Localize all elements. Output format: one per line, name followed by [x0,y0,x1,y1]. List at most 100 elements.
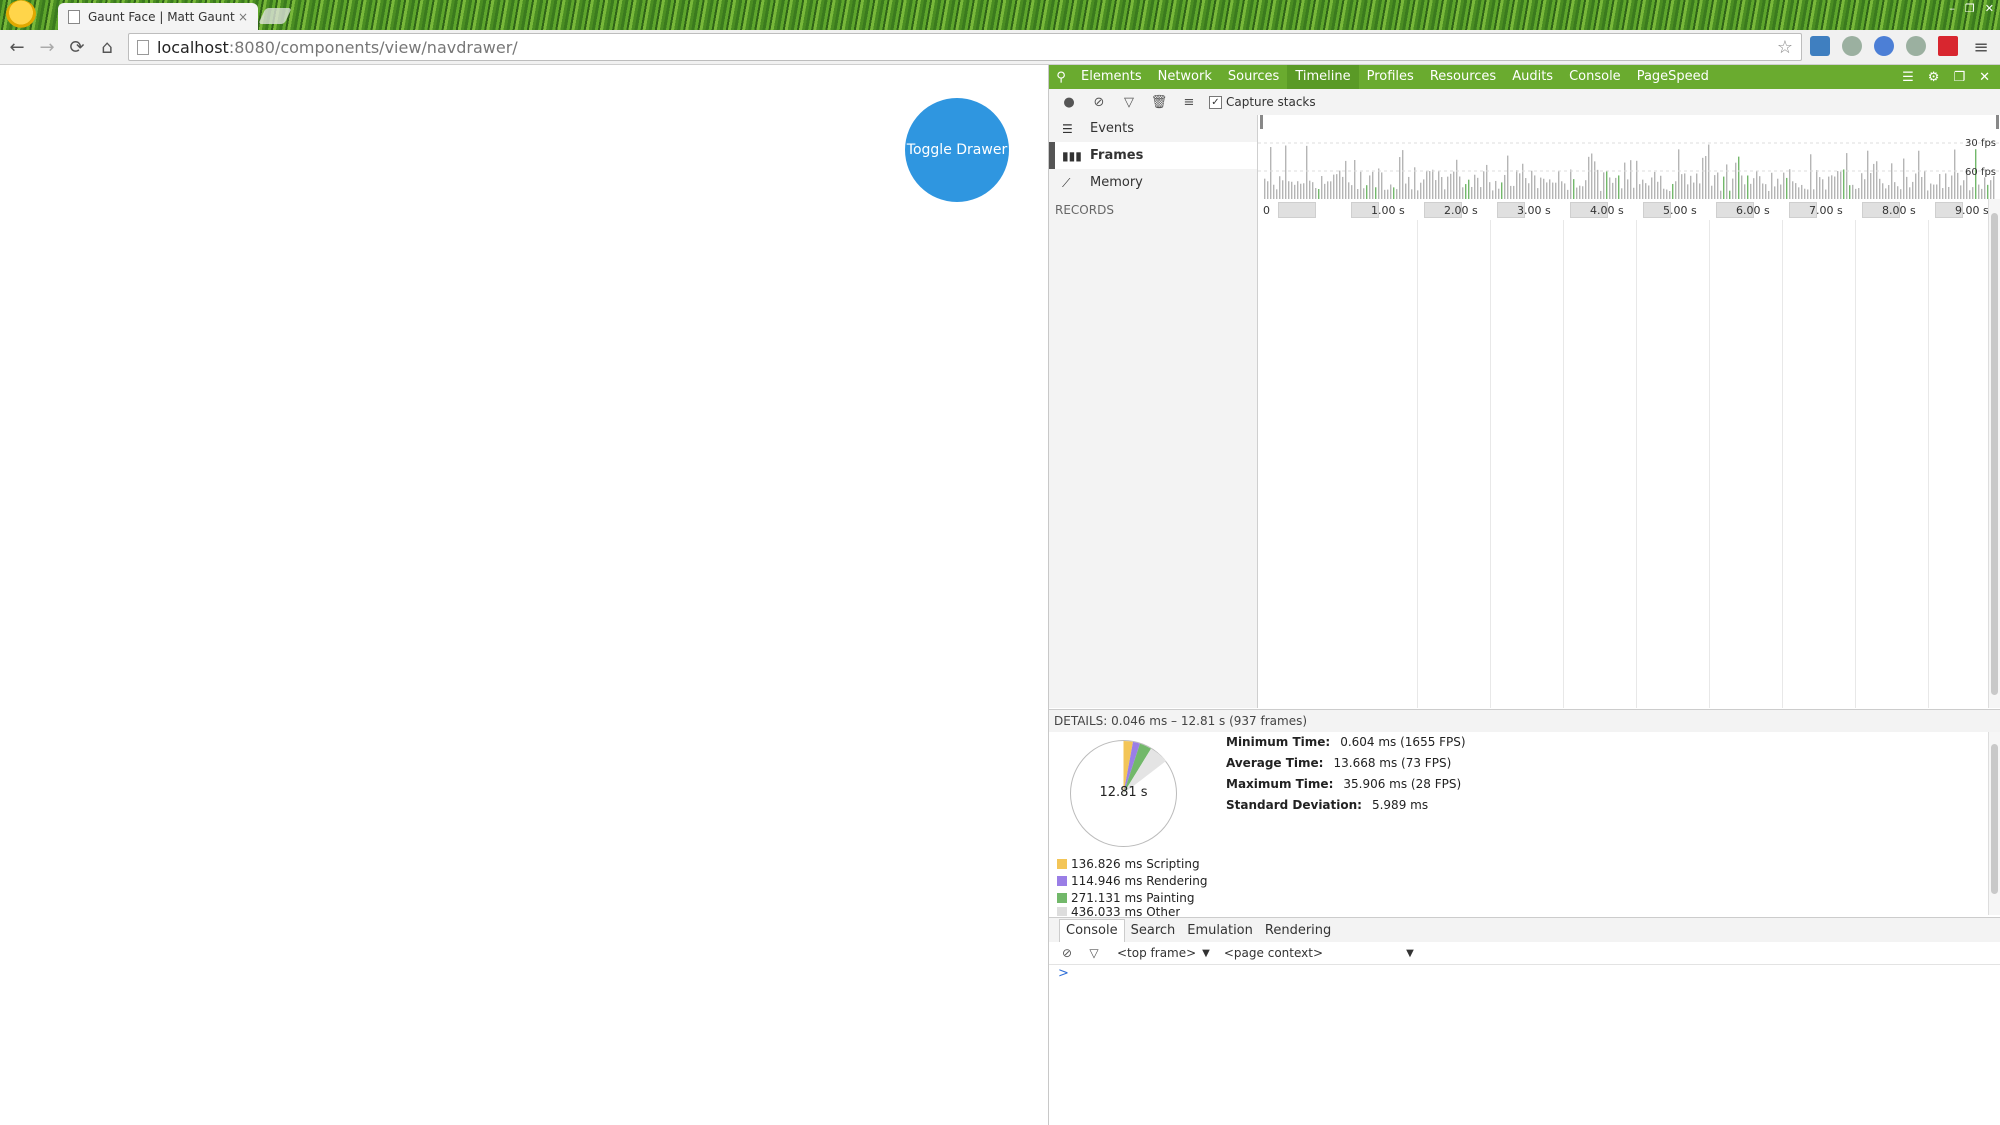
frame-block[interactable] [1278,202,1316,218]
frame-bar [1465,184,1467,199]
frame-bar [1531,170,1533,199]
tab-timeline[interactable]: Timeline [1287,65,1359,89]
frame-bar [1378,168,1380,199]
stat-label: Standard Deviation: [1226,798,1362,812]
back-button[interactable]: ← [6,36,28,58]
settings-gear-icon[interactable]: ⚙ [1928,70,1940,85]
frame-bar [1879,178,1881,199]
drawer-tab-emulation[interactable]: Emulation [1181,923,1259,938]
swatch-other [1057,907,1067,916]
tab-network[interactable]: Network [1150,65,1220,89]
forward-button[interactable]: → [36,36,58,58]
stat-label: Maximum Time: [1226,777,1334,791]
frame-bar [1576,187,1578,199]
grid-line [1709,220,1710,708]
frame-bar [1768,190,1770,199]
tab-resources[interactable]: Resources [1422,65,1504,89]
sidebar-item-events[interactable]: ☰ Events [1049,115,1257,142]
extension-window-icon[interactable] [1810,36,1830,56]
browser-tab[interactable]: Gaunt Face | Matt Gaunt × [58,3,258,30]
filter-icon[interactable]: ▽ [1119,92,1139,112]
maximize-icon[interactable]: ❐ [1965,2,1975,15]
records-scrollbar[interactable] [1988,199,2000,708]
minimize-icon[interactable]: – [1949,2,1955,15]
menu-icon[interactable]: ≡ [1970,36,1992,58]
garbage-collect-icon[interactable]: 🗑 [1149,92,1169,112]
toggle-drawer-button[interactable]: Toggle Drawer [905,98,1009,202]
console-filter-icon[interactable]: ▽ [1085,946,1103,960]
frame-bar [1783,172,1785,199]
tab-sources[interactable]: Sources [1220,65,1287,89]
drawer-toggle-icon[interactable]: ☰ [1902,70,1914,85]
stat-stddev: Standard Deviation: 5.989 ms [1226,798,1428,812]
context-select[interactable]: <page context> ▼ [1224,946,1414,960]
ruler-tick-label: 4.00 s [1590,204,1624,217]
frame-bar [1507,155,1509,199]
console-prompt[interactable]: > [1058,966,1069,981]
frame-bar [1807,189,1809,199]
frame-bar [1528,183,1530,199]
frame-bar [1543,178,1545,199]
record-icon[interactable]: ● [1059,92,1079,112]
stat-value: 5.989 ms [1371,798,1429,812]
scrollbar-thumb[interactable] [1991,213,1998,695]
tab-audits[interactable]: Audits [1504,65,1561,89]
sidebar-item-frames[interactable]: ▮▮▮ Frames [1049,142,1257,169]
frame-bar [1354,160,1356,199]
checkbox-checked-icon[interactable]: ✓ [1209,95,1222,109]
window-controls: – ❐ ✕ [1949,2,1994,15]
frame-bar [1411,189,1413,199]
details-scrollbar[interactable] [1988,732,2000,915]
overview-left-handle[interactable] [1260,115,1263,129]
page-info-icon[interactable] [137,39,149,55]
close-window-icon[interactable]: ✕ [1985,2,1994,15]
home-button[interactable]: ⌂ [96,36,118,58]
frame-bar [1441,177,1443,199]
address-bar[interactable]: localhost :8080/components/view/navdrawe… [128,33,1802,61]
undock-icon[interactable]: ❐ [1953,70,1965,85]
overview-right-handle[interactable] [1996,115,1999,129]
frame-bar [1630,160,1632,199]
close-devtools-icon[interactable]: ✕ [1979,70,1990,85]
extension-red-icon[interactable] [1938,36,1958,56]
frame-bar [1843,169,1845,199]
frame-bar [1474,174,1476,199]
tab-console[interactable]: Console [1561,65,1629,89]
frame-bar [1933,184,1935,199]
profile-avatar-icon[interactable] [6,0,36,28]
frame-bar [1801,184,1803,199]
frames-overview[interactable]: 30 fps 60 fps [1258,115,2000,200]
drawer-tab-rendering[interactable]: Rendering [1259,923,1337,938]
flame-view-icon[interactable]: ≡ [1179,92,1199,112]
drawer-tab-search[interactable]: Search [1125,923,1182,938]
tab-profiles[interactable]: Profiles [1359,65,1422,89]
capture-stacks-checkbox[interactable]: ✓ Capture stacks [1209,95,1316,109]
extension-headphones-icon[interactable] [1842,36,1862,56]
drawer-tab-console[interactable]: Console [1059,918,1125,942]
clear-icon[interactable]: ⊘ [1089,92,1109,112]
legend-label: 271.131 ms Painting [1071,891,1195,905]
extension-headphones-alt-icon[interactable] [1906,36,1926,56]
frame-bar [1291,181,1293,199]
frame-bar [1867,150,1869,199]
inspect-search-icon[interactable]: ⚲ [1049,70,1073,85]
tab-elements[interactable]: Elements [1073,65,1150,89]
clear-console-icon[interactable]: ⊘ [1058,946,1076,960]
frame-bar [1444,189,1446,199]
frame-bar [1861,173,1863,199]
frame-bar [1963,180,1965,199]
frame-bar [1774,186,1776,199]
reload-button[interactable]: ⟳ [66,36,88,58]
scrollbar-thumb[interactable] [1991,744,1998,894]
frame-bar [1549,179,1551,199]
sidebar-item-memory[interactable]: ⟋ Memory [1049,169,1257,196]
bookmark-star-icon[interactable]: ☆ [1777,37,1793,58]
frame-bar [1720,190,1722,199]
tab-pagespeed[interactable]: PageSpeed [1629,65,1717,89]
frame-bar [1498,188,1500,199]
tab-close-icon[interactable]: × [238,10,248,24]
tab-title: Gaunt Face | Matt Gaunt [88,9,235,24]
frame-bar [1828,176,1830,199]
frame-select[interactable]: <top frame> ▼ [1117,946,1210,960]
extension-bird-icon[interactable] [1874,36,1894,56]
